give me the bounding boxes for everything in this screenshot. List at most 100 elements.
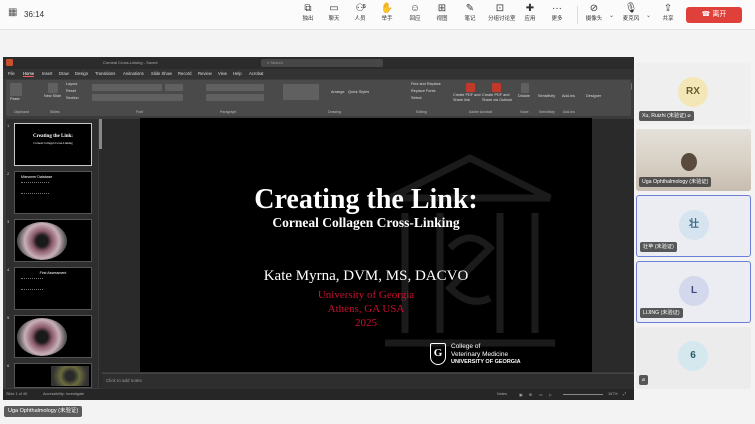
ribbon-group-label: Font [136,110,144,114]
new-slide-icon[interactable] [48,83,58,93]
tab-help[interactable]: Help [233,71,242,76]
avatar: L [679,276,709,306]
create-pdf-outlook-button[interactable]: Create PDF and Share via Outlook [482,93,516,103]
view-button[interactable]: ⊞ 视图 [430,3,454,23]
react-button[interactable]: ☺ 回应 [403,3,427,23]
ribbon-group-label: Editing [416,110,427,114]
share-button[interactable]: ⇪ 共享 [656,3,680,23]
sorter-view-icon[interactable]: ⊞ [529,392,532,397]
pop-out-icon: ⧉ [304,3,312,14]
tab-review[interactable]: Review [198,71,212,76]
ppt-search-box[interactable]: ⌕ Search [261,59,383,67]
participant-tile[interactable]: RX Xu, Ruizhi (未验证) ⌀ [636,63,751,125]
new-slide-button[interactable]: New Slide [44,94,61,99]
notes-button[interactable]: ✎ 笔记 [458,3,482,23]
breakout-button[interactable]: ⊡ 分组讨论室 [488,3,516,23]
replace-fonts-button[interactable]: Replace Fonts [411,89,435,94]
chat-button[interactable]: ▭ 聊天 [322,3,346,23]
tab-transitions[interactable]: Transitions [95,71,115,76]
participant-tile[interactable]: 6 ⌀ [636,327,751,389]
tab-record[interactable]: Record [178,71,192,76]
quick-styles-button[interactable]: Quick Styles [348,90,369,95]
sensitivity-button[interactable]: Sensitivity [538,94,555,99]
notes-icon: ✎ [465,3,475,14]
participant-tile[interactable]: L LIJING (未验证) [636,261,751,323]
section-button[interactable]: Section [66,96,79,101]
slide-year: 2025 [355,317,377,329]
tab-insert[interactable]: Insert [42,71,52,76]
raise-hand-button[interactable]: ✋ 举手 [375,3,399,23]
create-pdf-outlook-icon[interactable] [492,83,501,92]
create-pdf-icon[interactable] [466,83,475,92]
font-size-select[interactable] [165,84,183,91]
arrange-button[interactable]: Arrange [331,90,345,95]
chevron-down-icon[interactable]: ⌄ [646,12,651,19]
tab-file[interactable]: File [8,71,15,76]
paragraph-list-buttons[interactable] [206,84,264,91]
dictate-icon[interactable] [521,83,529,93]
find-replace-button[interactable]: Find and Replace [411,82,441,87]
tab-draw[interactable]: Draw [59,71,69,76]
tab-design[interactable]: Design [75,71,88,76]
participant-video-tile[interactable]: Uga Ophthalmology (未验证) [636,129,751,191]
create-pdf-button[interactable]: Create PDF and Share link [453,93,483,103]
shapes-gallery[interactable] [283,84,319,100]
text-lines [21,278,43,290]
notes-toggle[interactable]: Notes [497,392,507,396]
paste-icon[interactable] [10,83,22,96]
grid-icon[interactable]: ▦ [8,7,17,18]
paragraph-align-buttons[interactable] [206,94,264,101]
ppt-document-title: Corneal Cross-Linking - Saved [103,60,158,65]
accessibility-status[interactable]: Accessibility: Investigate [43,392,84,396]
paste-button[interactable]: Paste [10,97,20,102]
slide-thumbnail[interactable] [14,363,92,388]
designer-button[interactable]: Designer [586,94,601,99]
fit-slide-icon[interactable]: ⤢ [623,392,626,396]
ppt-tab-bar: File Home Insert Draw Design Transitions… [3,69,634,90]
tab-slide-show[interactable]: Slide Show [151,71,172,76]
ribbon-group-label: Drawing [328,110,341,114]
slide-thumbnail[interactable]: Creating the Link: Corneal Collagen Cros… [14,123,92,166]
toolbar-divider [577,6,578,24]
tab-home[interactable]: Home [23,71,35,77]
slide-thumbnail[interactable] [14,315,92,358]
more-button[interactable]: ··· 更多 [545,3,569,23]
chat-icon: ▭ [329,3,339,14]
reset-button[interactable]: Reset [66,89,76,94]
slide-thumbnail[interactable]: Misnomer Database [14,171,92,214]
slideshow-icon[interactable]: ▷ [549,392,552,397]
zoom-slider[interactable] [563,394,603,395]
ppt-ribbon: Paste New Slide Layout Reset Section Arr… [6,80,631,116]
mic-button[interactable]: 🎙 麦克风 [619,3,643,23]
layout-button[interactable]: Layout [66,82,77,87]
eye-image [17,318,67,356]
mic-muted-icon: ⌀ [686,113,691,119]
tab-animations[interactable]: Animations [123,71,144,76]
uga-logo: G [430,343,446,365]
participant-name: Xu, Ruizhi (未验证) ⌀ [639,111,694,121]
tab-acrobat[interactable]: Acrobat [249,71,263,76]
tab-view[interactable]: View [218,71,227,76]
eye-image [17,222,67,260]
pop-out-button[interactable]: ⧉ 独出 [296,3,320,23]
slide-thumbnail[interactable] [14,219,92,262]
reading-view-icon[interactable]: ▭ [539,392,543,397]
font-name-select[interactable] [92,84,162,91]
addins-button[interactable]: Add-ins [562,94,575,99]
apps-button[interactable]: ✚ 应用 [518,3,542,23]
notes-pane[interactable]: Click to add notes [102,373,634,389]
select-button[interactable]: Select [411,96,422,101]
participant-tile[interactable]: 壮 壮苹 (未验证) [636,195,751,257]
normal-view-icon[interactable]: ▣ [519,392,523,397]
participant-name: LIJING (未验证) [640,308,683,318]
camera-off-icon: ⊘ [589,3,599,14]
font-format-buttons[interactable] [92,94,183,101]
chevron-down-icon[interactable]: ⌄ [609,12,614,19]
camera-button[interactable]: ⊘ 摄像头 [582,3,606,23]
apps-icon: ✚ [525,3,535,14]
people-button[interactable]: ⚇ 5 人员 [348,3,372,23]
dictate-button[interactable]: Dictate [518,94,530,99]
current-slide[interactable]: Creating the Link: Corneal Collagen Cros… [140,118,592,372]
slide-thumbnail[interactable]: First Assessment [14,267,92,310]
leave-button[interactable]: ☎ 离开 [686,7,742,23]
